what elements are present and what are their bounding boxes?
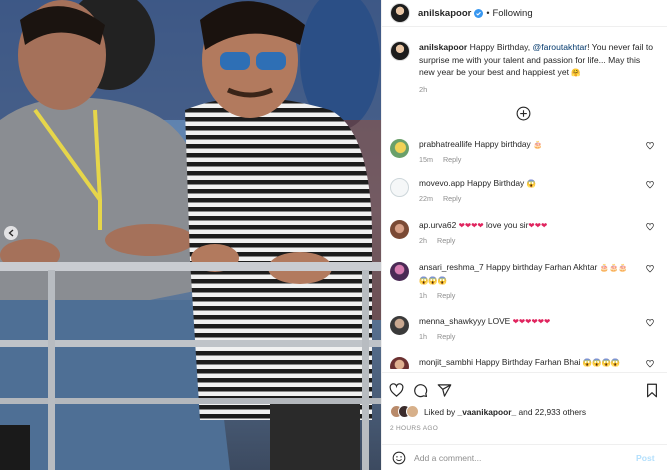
comment-emoji: ❤❤❤❤❤❤ bbox=[512, 317, 551, 326]
caption-body-start: Happy Birthday, bbox=[469, 42, 533, 52]
comment-heart-icon[interactable] bbox=[646, 142, 654, 150]
caption-time[interactable]: 2h bbox=[419, 85, 667, 94]
commenter-handle[interactable]: menna_shawkyyy bbox=[419, 316, 486, 326]
post-header: anilskapoor • Following bbox=[382, 0, 667, 27]
post-side-panel: anilskapoor • Following anilskapoor Happ… bbox=[381, 0, 667, 470]
reply-button[interactable]: Reply bbox=[437, 332, 455, 341]
post-photo-image bbox=[0, 0, 381, 470]
chevron-left-icon bbox=[8, 229, 14, 237]
smiley-icon[interactable] bbox=[392, 451, 406, 465]
comment-item: ansari_reshma_7 Happy birthday Farhan Ak… bbox=[390, 261, 660, 300]
comment-item: prabhatreallife Happy birthday 🎂 15m Repl… bbox=[390, 138, 660, 164]
commenter-avatar[interactable] bbox=[390, 316, 409, 335]
commenter-avatar[interactable] bbox=[390, 139, 409, 158]
comment-icon[interactable] bbox=[413, 383, 428, 398]
comment-emoji: ❤❤❤ bbox=[528, 221, 548, 230]
commenter-handle[interactable]: monjit_sambhi bbox=[419, 357, 473, 367]
caption-avatar[interactable] bbox=[390, 41, 410, 61]
verified-badge-icon bbox=[474, 8, 484, 18]
comment-time[interactable]: 2h bbox=[419, 236, 427, 245]
likes-summary: Liked by _vaanikapoor_ and 22,933 others bbox=[390, 405, 586, 418]
comment-time[interactable]: 22m bbox=[419, 194, 433, 203]
bookmark-icon[interactable] bbox=[645, 383, 659, 398]
commenter-avatar[interactable] bbox=[390, 178, 409, 197]
commenter-handle[interactable]: movevo.app bbox=[419, 178, 465, 188]
previous-image-button[interactable] bbox=[4, 226, 18, 240]
likes-prefix: Liked by bbox=[424, 406, 458, 417]
following-button[interactable]: Following bbox=[492, 8, 532, 19]
separator-dot: • bbox=[486, 8, 490, 18]
comment-heart-icon[interactable] bbox=[646, 223, 654, 231]
post-caption: anilskapoor Happy Birthday, @faroutakhta… bbox=[382, 27, 667, 80]
comment-text: Happy Birthday Farhan Bhai bbox=[475, 357, 581, 367]
owner-handle[interactable]: anilskapoor bbox=[418, 8, 471, 19]
commenter-handle[interactable]: ansari_reshma_7 bbox=[419, 262, 484, 272]
comment-emoji: 😱😱😱😱 bbox=[582, 358, 621, 367]
comment-heart-icon[interactable] bbox=[646, 181, 654, 189]
reply-button[interactable]: Reply bbox=[437, 291, 455, 300]
post-timestamp[interactable]: 2 HOURS AGO bbox=[390, 425, 438, 432]
comment-text: LOVE bbox=[487, 316, 511, 326]
commenter-avatar[interactable] bbox=[390, 220, 409, 239]
commenter-handle[interactable]: ap.urva62 bbox=[419, 220, 456, 230]
comment-emoji: 🎂 bbox=[533, 140, 543, 149]
add-comment-input[interactable] bbox=[414, 452, 614, 463]
comment-item: menna_shawkyyy LOVE ❤❤❤❤❤❤ 1h Reply bbox=[390, 315, 660, 341]
comment-time[interactable]: 15m bbox=[419, 155, 433, 164]
commenter-avatar[interactable] bbox=[390, 262, 409, 281]
comment-text: love you sir bbox=[486, 220, 529, 230]
comment-item: monjit_sambhi Happy Birthday Farhan Bhai… bbox=[390, 356, 660, 369]
caption-emoji: 🤗 bbox=[571, 68, 581, 77]
post-photo bbox=[0, 0, 381, 470]
commenter-handle[interactable]: prabhatreallife bbox=[419, 139, 472, 149]
liker-avatar[interactable] bbox=[406, 405, 419, 418]
comment-time[interactable]: 1h bbox=[419, 332, 427, 341]
comment-text: Happy birthday Farhan Akhtar bbox=[486, 262, 598, 272]
share-icon[interactable] bbox=[437, 383, 452, 398]
reply-button[interactable]: Reply bbox=[443, 194, 461, 203]
comment-heart-icon[interactable] bbox=[646, 319, 654, 327]
comment-heart-icon[interactable] bbox=[646, 265, 654, 273]
comment-text: Happy Birthday bbox=[466, 178, 525, 188]
reply-button[interactable]: Reply bbox=[443, 155, 461, 164]
owner-avatar[interactable] bbox=[390, 3, 410, 23]
heart-icon[interactable] bbox=[389, 383, 404, 398]
comment-text: Happy birthday bbox=[474, 139, 531, 149]
caption-handle[interactable]: anilskapoor bbox=[419, 42, 467, 52]
comment-time[interactable]: 1h bbox=[419, 291, 427, 300]
comment-emoji-before: ❤❤❤❤ bbox=[458, 221, 484, 230]
reply-button[interactable]: Reply bbox=[437, 236, 455, 245]
comment-item: movevo.app Happy Birthday 😱 22m Reply bbox=[390, 177, 660, 203]
post-comment-button[interactable]: Post bbox=[636, 453, 655, 463]
caption-mention[interactable]: @faroutakhtar bbox=[533, 42, 588, 52]
comment-heart-icon[interactable] bbox=[646, 360, 654, 368]
comment-emoji: 😱 bbox=[526, 179, 536, 188]
plus-circle-icon[interactable] bbox=[516, 106, 531, 121]
caption-text: anilskapoor Happy Birthday, @faroutakhta… bbox=[419, 41, 654, 80]
likes-text[interactable]: Liked by _vaanikapoor_ and 22,933 others bbox=[424, 407, 586, 417]
action-bar bbox=[382, 372, 667, 400]
comments-list: prabhatreallife Happy birthday 🎂 15m Repl… bbox=[382, 133, 667, 369]
commenter-avatar[interactable] bbox=[390, 357, 409, 369]
liker-handle[interactable]: _vaanikapoor_ bbox=[458, 407, 517, 417]
comment-item: ap.urva62 ❤❤❤❤ love you sir❤❤❤ 2h Reply bbox=[390, 219, 660, 245]
likes-suffix: and 22,933 others bbox=[516, 406, 587, 417]
add-comment-bar: Post bbox=[382, 444, 667, 470]
